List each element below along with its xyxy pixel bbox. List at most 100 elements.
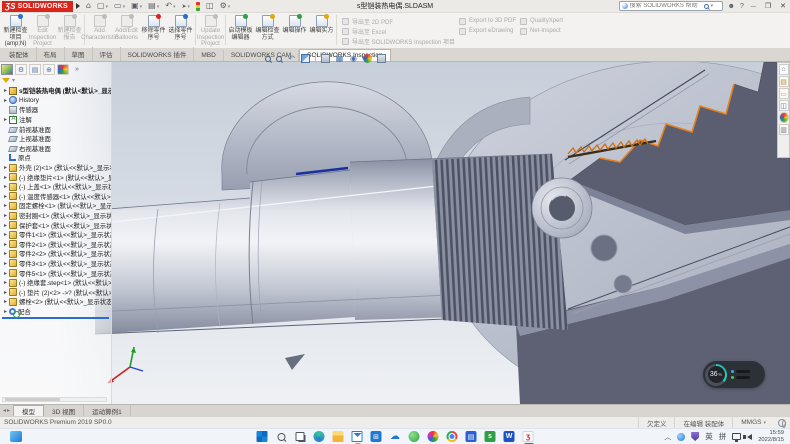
word-icon[interactable] [504,431,515,442]
tab-3d-views[interactable]: 3D 视图 [44,405,84,416]
tab-model[interactable]: 模型 [13,405,44,416]
ribbon-button-new-report[interactable]: 新建检查报告 [56,14,83,41]
expand-arrow-icon[interactable] [2,279,9,286]
dimxpert-tab-icon[interactable] [43,64,55,75]
tree-item[interactable]: 传感器 [2,105,111,115]
ribbon-button-new-inspection[interactable]: 新建检查项目 (amp;N) [2,14,29,48]
property-manager-tab-icon[interactable] [15,64,27,75]
tree-item[interactable]: 零件5<1> (默认<<默认>_显示状态 [2,268,111,278]
resources-home-icon[interactable] [779,64,789,75]
tree-horizontal-scrollbar[interactable] [2,397,107,402]
help-button[interactable]: ? [740,3,744,10]
tree-item[interactable]: (-) 垫片 (2)<2> ->? (默认<<默认> [2,287,111,297]
display-settings-icon[interactable] [206,2,214,10]
tree-item[interactable]: (-) 上盖<1> (默认<<默认>_显示状 [2,182,111,192]
tree-root[interactable]: s型铠装热电偶 (默认<默认>_显示状态-1 [2,86,111,96]
color-wheel-app-icon[interactable] [428,431,439,442]
clock[interactable]: 15:59 2022/8/15 [758,430,784,443]
hidden-icons-chevron[interactable] [664,432,671,442]
tree-item[interactable]: (-) 绝缘垫片<1> (默认<<默认>_显示 [2,172,111,182]
expand-arrow-icon[interactable] [2,222,9,229]
tree-item[interactable]: 右视基准面 [2,144,111,154]
tab-mbd[interactable]: MBD [194,50,223,61]
tree-item[interactable]: 零件1<1> (默认<<默认>_显示状态 [2,230,111,240]
minimize-button[interactable] [749,3,758,10]
qualityxpert[interactable]: QualityXpert [520,16,563,26]
mail-icon[interactable] [352,431,363,442]
help-search-box[interactable]: ▾ [619,1,723,11]
tree-item[interactable]: 密封圈<1> (默认<<默认>_显示状 [2,211,111,221]
export-inspection-project[interactable]: 导出至 SOLIDWORKS Inspection 项目 [342,36,455,46]
home-icon[interactable] [86,2,91,10]
close-button[interactable] [778,2,788,10]
expand-arrow-icon[interactable] [2,97,9,104]
filter-funnel-icon[interactable] [2,78,10,83]
tree-item[interactable]: 保护套<1> (默认<<默认>_显示状 [2,220,111,230]
task-view-icon[interactable] [295,431,306,442]
filter-dropdown-icon[interactable] [12,77,15,84]
expand-arrow-icon[interactable] [2,231,9,238]
export-excel[interactable]: 导出至 Excel [342,26,455,36]
edit-appearance-icon[interactable] [363,54,372,63]
scrollbar-thumb[interactable] [5,398,60,401]
ribbon-button-edit-inspection[interactable]: Edit Inspection Project [29,14,56,48]
green-app-icon[interactable] [409,431,420,442]
chrome-icon[interactable] [447,431,458,442]
undo-icon[interactable] [165,2,175,11]
zoom-fit-icon[interactable] [265,56,271,62]
web-help-globe-icon[interactable] [778,419,786,427]
options-gear-icon[interactable] [220,2,231,11]
ribbon-button-remove-balloons[interactable]: 移除零件序号 [140,14,167,41]
cast-display-icon[interactable] [732,433,741,440]
expand-arrow-icon[interactable] [2,308,9,315]
previous-view-icon[interactable] [287,54,296,63]
ribbon-button-add-edit-balloons[interactable]: Add/Edit Balloons [113,14,140,41]
hide-show-items-icon[interactable] [349,54,358,63]
net-inspect[interactable]: Net-Inspect [520,26,563,36]
display-style-icon[interactable] [335,54,344,63]
tab-layout[interactable]: 布局 [37,47,65,61]
appearances-icon[interactable] [779,112,789,123]
expand-arrow-icon[interactable] [2,183,9,190]
save-icon[interactable] [131,2,142,11]
ribbon-button-update-project[interactable]: Update Inspection Project [197,14,224,48]
tab-sketch[interactable]: 草图 [65,47,93,61]
section-view-icon[interactable] [301,54,310,63]
file-explorer-taskbar-icon[interactable] [333,431,344,442]
menu-expand-icon[interactable] [76,3,80,9]
widgets-icon[interactable] [10,431,22,442]
tray-shield-icon[interactable] [691,432,699,441]
expand-arrow-icon[interactable] [2,250,9,257]
units-dropdown-icon[interactable] [763,419,766,426]
expand-arrow-icon[interactable] [2,116,9,123]
expand-arrow-icon[interactable] [2,174,9,181]
zoom-area-icon[interactable] [276,56,282,62]
tree-item[interactable]: 零件2<1> (默认<<默认>_显示状态 [2,240,111,250]
open-icon[interactable] [114,2,125,11]
ribbon-button-template-editor[interactable]: 启动模板编辑器 [227,14,254,41]
expand-arrow-icon[interactable] [2,260,9,267]
tree-item[interactable]: 螺栓<2> (默认<<默认>_显示状态 [2,297,111,307]
login-user-icon[interactable] [728,3,735,10]
expand-arrow-icon[interactable] [2,298,9,305]
3d-viewport[interactable] [0,62,790,404]
search-input[interactable] [630,3,702,9]
ribbon-button-add-characteristic[interactable]: Add Characteristic [86,14,113,41]
tab-motion-study[interactable]: 运动算例1 [84,405,131,416]
ribbon-button-edit-operations[interactable]: 编辑操作 [281,14,308,35]
expand-arrow-icon[interactable] [2,241,9,248]
tree-item[interactable]: 零件3<1> (默认<<默认>_显示状态 [2,259,111,269]
export-2d-pdf[interactable]: 导出至 2D PDF [342,16,455,26]
start-button-icon[interactable] [257,431,268,442]
tree-item[interactable]: (-) 绝缘套.step<1> (默认<<默认> [2,278,111,288]
performance-overlay-widget[interactable]: 36 % [703,361,765,388]
configuration-manager-tab-icon[interactable] [29,64,41,75]
speaker-icon[interactable] [747,434,752,440]
ribbon-button-edit-methods2[interactable]: 编辑实方 [308,14,335,35]
scroll-left-icon[interactable] [3,407,6,414]
edge-browser-icon[interactable] [314,431,325,442]
rebuild-traffic-light-icon[interactable] [196,2,200,11]
expand-arrow-icon[interactable] [2,289,9,296]
wps-app-icon[interactable] [485,431,496,442]
tree-item[interactable]: 前视基准面 [2,124,111,134]
